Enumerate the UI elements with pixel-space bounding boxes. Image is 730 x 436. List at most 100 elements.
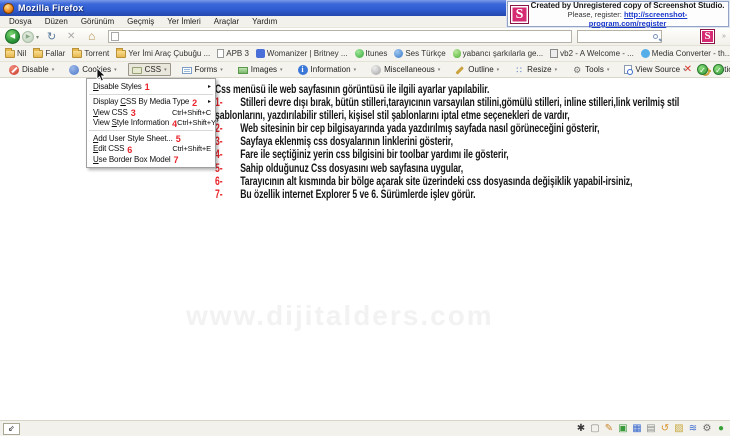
edit-icon[interactable]: ✎ bbox=[603, 423, 615, 435]
menubar-item-dosya[interactable]: Dosya bbox=[9, 17, 32, 26]
firefox-window: Mozilla Firefox DosyaDüzenGörünümGeçmişY… bbox=[0, 0, 730, 436]
bookmarks-toolbar: Nil Fallar Torrent Yer İmi Araç Çubuğu ... A… bbox=[0, 46, 730, 62]
bookmark-apb-3[interactable]: APB 3 bbox=[217, 49, 249, 58]
bookmark-yer-i-mi-ara-ubu-u[interactable]: Yer İmi Araç Çubuğu ... bbox=[116, 49, 210, 58]
bookmark-womanizer-britney[interactable]: Womanizer | Britney ... bbox=[256, 49, 348, 58]
bookmark-itunes[interactable]: Itunes bbox=[355, 49, 388, 58]
close-toolbar-icon[interactable]: ✕ bbox=[684, 64, 692, 75]
menubar-item-ge-mi[interactable]: Geçmiş bbox=[127, 17, 154, 26]
home-button[interactable]: ⌂ bbox=[88, 29, 95, 43]
folder-icon bbox=[5, 50, 15, 58]
devbar-item-information[interactable]: Information▾ bbox=[294, 63, 361, 77]
page-icon[interactable]: ▢ bbox=[589, 423, 601, 435]
devbar-label: Miscellaneous bbox=[384, 65, 435, 74]
chevron-down-icon: ▾ bbox=[114, 67, 117, 73]
web-developer-toolbar: Disable▾Cookies▾CSS▾Forms▾Images▾Informa… bbox=[0, 62, 730, 78]
annotation-number: 6 bbox=[127, 145, 132, 155]
bookmark-vb2-a-welcome[interactable]: vb2 - A Welcome - ... bbox=[550, 49, 634, 58]
forward-button[interactable]: ▶ bbox=[22, 31, 34, 43]
bookmark-label: Itunes bbox=[366, 49, 388, 58]
extension-icon[interactable]: ✱ bbox=[575, 423, 587, 435]
menu-item-label: Edit CSS bbox=[93, 144, 124, 153]
menu-item-display-css-by-media-type[interactable]: Display CSS By Media Type2▸ bbox=[87, 97, 215, 108]
script-icon[interactable]: ▣ bbox=[617, 423, 629, 435]
annotation-number: 7 bbox=[174, 155, 179, 165]
devbar-label: Information bbox=[311, 65, 351, 74]
view-source-icon bbox=[624, 65, 632, 74]
images-icon bbox=[238, 67, 248, 74]
doc-item-number: 5- bbox=[215, 162, 240, 175]
menubar-item-yard-m[interactable]: Yardım bbox=[252, 17, 277, 26]
menubar-item-d-zen[interactable]: Düzen bbox=[45, 17, 68, 26]
print-icon[interactable]: ▤ bbox=[645, 423, 657, 435]
bookmark-label: vb2 - A Welcome - ... bbox=[560, 49, 634, 58]
edit-mode-icon[interactable]: ⇙ bbox=[3, 423, 20, 435]
doc-item-1: 1-Stilleri devre dışı bırak, bütün still… bbox=[215, 96, 690, 122]
devbar-label: Forms bbox=[195, 65, 218, 74]
css-dropdown-menu: Disable Styles1▸Display CSS By Media Typ… bbox=[86, 78, 216, 168]
undo-icon[interactable]: ↺ bbox=[659, 423, 671, 435]
doc-item-number: 4- bbox=[215, 148, 240, 161]
doc-item-number: 7- bbox=[215, 188, 240, 201]
bookmark-label: Ses Türkçe bbox=[405, 49, 445, 58]
annotation-number: 3 bbox=[131, 108, 136, 118]
bookmark-ses-t-rk-e[interactable]: Ses Türkçe bbox=[394, 49, 445, 58]
devbar-item-tools[interactable]: Tools▾ bbox=[568, 63, 613, 77]
annotation-number: 1 bbox=[145, 82, 150, 92]
bookmark-fallar[interactable]: Fallar bbox=[33, 49, 65, 58]
bookmark-label: Fallar bbox=[45, 49, 65, 58]
menu-item-edit-css[interactable]: Edit CSS6 Ctrl+Shift+E bbox=[87, 144, 215, 155]
reload-button[interactable]: ↻ bbox=[47, 30, 56, 43]
bookmark-yabanc-ark-larla-ge[interactable]: yabancı şarkılarla ge... bbox=[453, 49, 543, 58]
search-icon[interactable] bbox=[653, 34, 658, 39]
js-valid-icon[interactable]: ✓ bbox=[713, 64, 724, 75]
page-watermark-text: www.dijitalders.com bbox=[186, 300, 494, 332]
devbar-item-outline[interactable]: Outline▾ bbox=[451, 63, 503, 77]
devbar-item-disable[interactable]: Disable▾ bbox=[5, 63, 58, 77]
back-button[interactable]: ◀ bbox=[5, 29, 20, 44]
menu-shortcut: Ctrl+Shift+Y bbox=[177, 118, 216, 127]
save-icon[interactable]: ▦ bbox=[631, 423, 643, 435]
devbar-item-cookies[interactable]: Cookies▾ bbox=[65, 63, 120, 77]
menu-shortcut: Ctrl+Shift+E bbox=[172, 144, 211, 153]
annotation-number: 2 bbox=[192, 98, 197, 108]
search-input[interactable] bbox=[577, 30, 662, 43]
toolbar-controls: ✕ ✓ ✓ bbox=[684, 64, 724, 75]
devbar-item-view-source[interactable]: View Source▾ bbox=[620, 63, 689, 77]
menubar-item-ara-lar[interactable]: Araçlar bbox=[214, 17, 239, 26]
status-bar: ⇙ ✱▢✎▣▦▤↺▨≋⚙● bbox=[0, 420, 730, 436]
chevron-down-icon: ▾ bbox=[354, 67, 357, 73]
menu-item-label: Display CSS By Media Type bbox=[93, 97, 189, 106]
menu-shortcut: Ctrl+Shift+C bbox=[172, 108, 211, 117]
menu-item-add-user-style-sheet[interactable]: Add User Style Sheet...5 bbox=[87, 133, 215, 144]
bookmark-label: Media Converter - th... bbox=[652, 49, 730, 58]
menubar-item-yer-i-mleri[interactable]: Yer İmleri bbox=[167, 17, 201, 26]
disable-icon bbox=[9, 65, 19, 75]
menubar-item-g-r-n-m[interactable]: Görünüm bbox=[81, 17, 114, 26]
css-valid-icon[interactable]: ✓ bbox=[697, 64, 708, 75]
watermark-line1: Created by Unregistered copy of Screensh… bbox=[529, 1, 726, 10]
status-ok-icon[interactable]: ● bbox=[715, 423, 727, 435]
devbar-item-miscellaneous[interactable]: Miscellaneous▾ bbox=[367, 63, 444, 77]
stop-button[interactable]: ✕ bbox=[67, 31, 75, 42]
bookmark-media-converter-th[interactable]: Media Converter - th... bbox=[641, 49, 730, 58]
menu-item-use-border-box-model[interactable]: Use Border Box Model7 bbox=[87, 154, 215, 165]
bookmark-nil[interactable]: Nil bbox=[5, 49, 26, 58]
menu-item-view-css[interactable]: View CSS3Ctrl+Shift+C bbox=[87, 107, 215, 118]
twitter-icon bbox=[641, 49, 650, 58]
bookmark-torrent[interactable]: Torrent bbox=[72, 49, 109, 58]
devbar-item-css[interactable]: CSS▾ bbox=[128, 63, 171, 76]
devbar-item-resize[interactable]: Resize▾ bbox=[510, 63, 561, 77]
chevron-down-icon: ▾ bbox=[52, 67, 55, 73]
devbar-item-images[interactable]: Images▾ bbox=[234, 63, 287, 76]
menu-item-view-style-information[interactable]: View Style Information4Ctrl+Shift+Y bbox=[87, 118, 215, 129]
toolbar-overflow-chevron[interactable]: » bbox=[722, 33, 726, 40]
settings-icon[interactable]: ⚙ bbox=[701, 423, 713, 435]
address-bar[interactable] bbox=[108, 30, 572, 43]
notes-icon[interactable]: ▨ bbox=[673, 423, 685, 435]
devbar-item-forms[interactable]: Forms▾ bbox=[178, 63, 227, 76]
resize-icon bbox=[514, 65, 524, 75]
chart-icon[interactable]: ≋ bbox=[687, 423, 699, 435]
menu-separator bbox=[89, 130, 213, 131]
history-dropdown-icon[interactable]: ▾ bbox=[36, 34, 39, 41]
